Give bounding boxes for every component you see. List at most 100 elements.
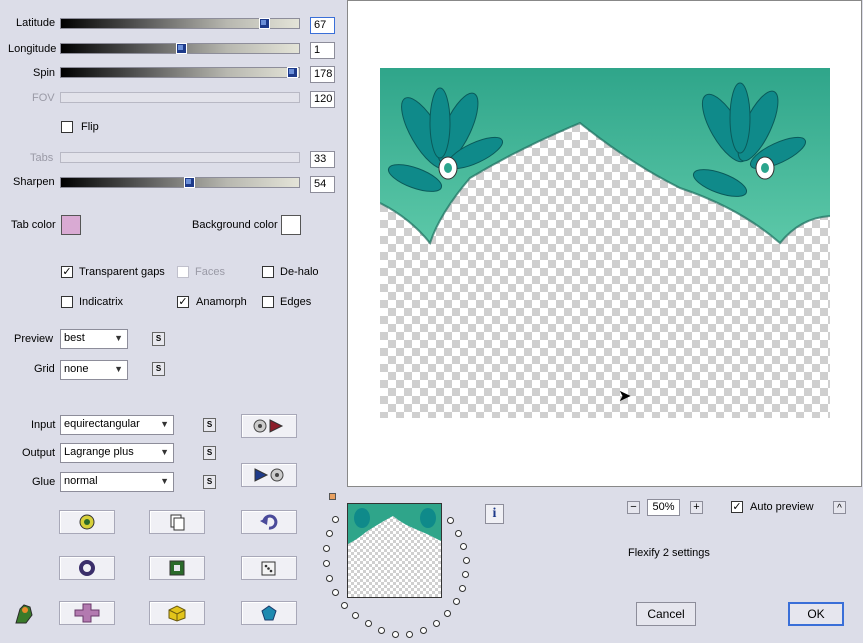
spin-field[interactable]: 178 [310,66,335,83]
anamorph-checkbox[interactable]: ✓ [177,296,189,308]
rotation-dot[interactable] [447,517,454,524]
rotation-dot[interactable] [326,575,333,582]
cross-icon [74,603,100,623]
latitude-slider[interactable] [60,18,300,29]
chevron-down-icon: ▼ [160,476,169,486]
load-input-button[interactable] [241,414,297,438]
auto-preview-checkbox[interactable]: ✓ [731,501,743,513]
ring-button[interactable] [59,556,115,580]
info-button[interactable]: i [485,504,504,524]
background-color-label: Background color [192,219,278,231]
rotation-dot[interactable] [326,530,333,537]
collapse-button[interactable]: ^ [833,501,846,514]
indicatrix-checkbox[interactable] [61,296,73,308]
input-s-button[interactable]: S [203,418,216,432]
tab-color-label: Tab color [11,219,56,231]
faces-checkbox [177,266,189,278]
rotation-dot[interactable] [406,631,413,638]
transparent-gaps-checkbox[interactable]: ✓ [61,266,73,278]
fov-field[interactable]: 120 [310,91,335,108]
ok-button[interactable]: OK [788,602,844,626]
ring-icon [79,560,95,576]
rotation-dot[interactable] [420,627,427,634]
frame-button[interactable] [149,556,205,580]
frame-icon [169,560,185,576]
flower-icon [79,514,95,530]
rotation-dot[interactable] [378,627,385,634]
pentagon-button[interactable] [241,601,297,625]
preview-image [380,68,830,418]
preview-select[interactable]: best ▼ [60,329,128,349]
zoom-in-button[interactable]: + [690,501,703,514]
rotation-dot[interactable] [453,598,460,605]
zoom-out-button[interactable]: − [627,501,640,514]
rotation-dot[interactable] [365,620,372,627]
tabs-label: Tabs [30,152,54,164]
longitude-thumb[interactable] [176,43,187,54]
undo-icon [260,514,278,530]
latitude-field[interactable]: 67 [310,17,335,34]
background-color-swatch[interactable] [281,215,301,235]
input-label: Input [31,419,56,431]
latitude-thumb[interactable] [259,18,270,29]
input-select-value: equirectangular [64,418,140,430]
input-select[interactable]: equirectangular ▼ [60,415,174,435]
rotation-dot[interactable] [352,612,359,619]
de-halo-checkbox[interactable] [262,266,274,278]
preview-artwork [380,68,830,246]
anamorph-label: Anamorph [196,296,247,308]
chevron-down-icon: ▼ [114,333,123,343]
longitude-slider[interactable] [60,43,300,54]
glue-select[interactable]: normal ▼ [60,472,174,492]
rotation-dot[interactable] [444,610,451,617]
grid-s-button[interactable]: S [152,362,165,376]
copy-button[interactable] [149,510,205,534]
longitude-field[interactable]: 1 [310,42,335,59]
rotation-dot[interactable] [392,631,399,638]
sharpen-slider[interactable] [60,177,300,188]
flip-checkbox[interactable] [61,121,73,133]
auto-preview-label: Auto preview [750,501,814,513]
output-label: Output [22,447,56,459]
output-select-value: Lagrange plus [64,446,134,458]
handle-icon[interactable] [329,493,336,500]
tabs-slider [60,152,300,163]
randomize-button[interactable] [59,510,115,534]
rotation-dot[interactable] [323,560,330,567]
rotation-dot[interactable] [341,602,348,609]
sharpen-thumb[interactable] [184,177,195,188]
rotation-dot[interactable] [455,530,462,537]
grid-label: Grid [34,363,55,375]
preview-s-button[interactable]: S [152,332,165,346]
sharpen-field[interactable]: 54 [310,176,335,193]
grid-select[interactable]: none ▼ [60,360,128,380]
output-s-button[interactable]: S [203,446,216,460]
spin-slider[interactable] [60,67,300,78]
rotation-dot[interactable] [460,543,467,550]
rotation-dot[interactable] [433,620,440,627]
tabs-field[interactable]: 33 [310,151,335,168]
rotation-dot[interactable] [459,585,466,592]
rotation-dot[interactable] [332,516,339,523]
de-halo-label: De-halo [280,266,319,278]
chevron-down-icon: ▼ [160,419,169,429]
rotation-dot[interactable] [462,571,469,578]
zoom-field[interactable]: 50% [647,499,680,516]
cross-button[interactable] [59,601,115,625]
output-select[interactable]: Lagrange plus ▼ [60,443,174,463]
chevron-down-icon: ▼ [114,364,123,374]
thumbnail-navigator[interactable] [347,503,442,598]
edges-checkbox[interactable] [262,296,274,308]
rotation-dot[interactable] [463,557,470,564]
dice-button[interactable] [241,556,297,580]
cube-button[interactable] [149,601,205,625]
rotation-dot[interactable] [323,545,330,552]
cancel-button[interactable]: Cancel [636,602,696,626]
spin-thumb[interactable] [287,67,298,78]
undo-button[interactable] [241,510,297,534]
rotation-dot[interactable] [332,589,339,596]
copy-icon [170,514,185,531]
save-output-button[interactable] [241,463,297,487]
tab-color-swatch[interactable] [61,215,81,235]
glue-s-button[interactable]: S [203,475,216,489]
